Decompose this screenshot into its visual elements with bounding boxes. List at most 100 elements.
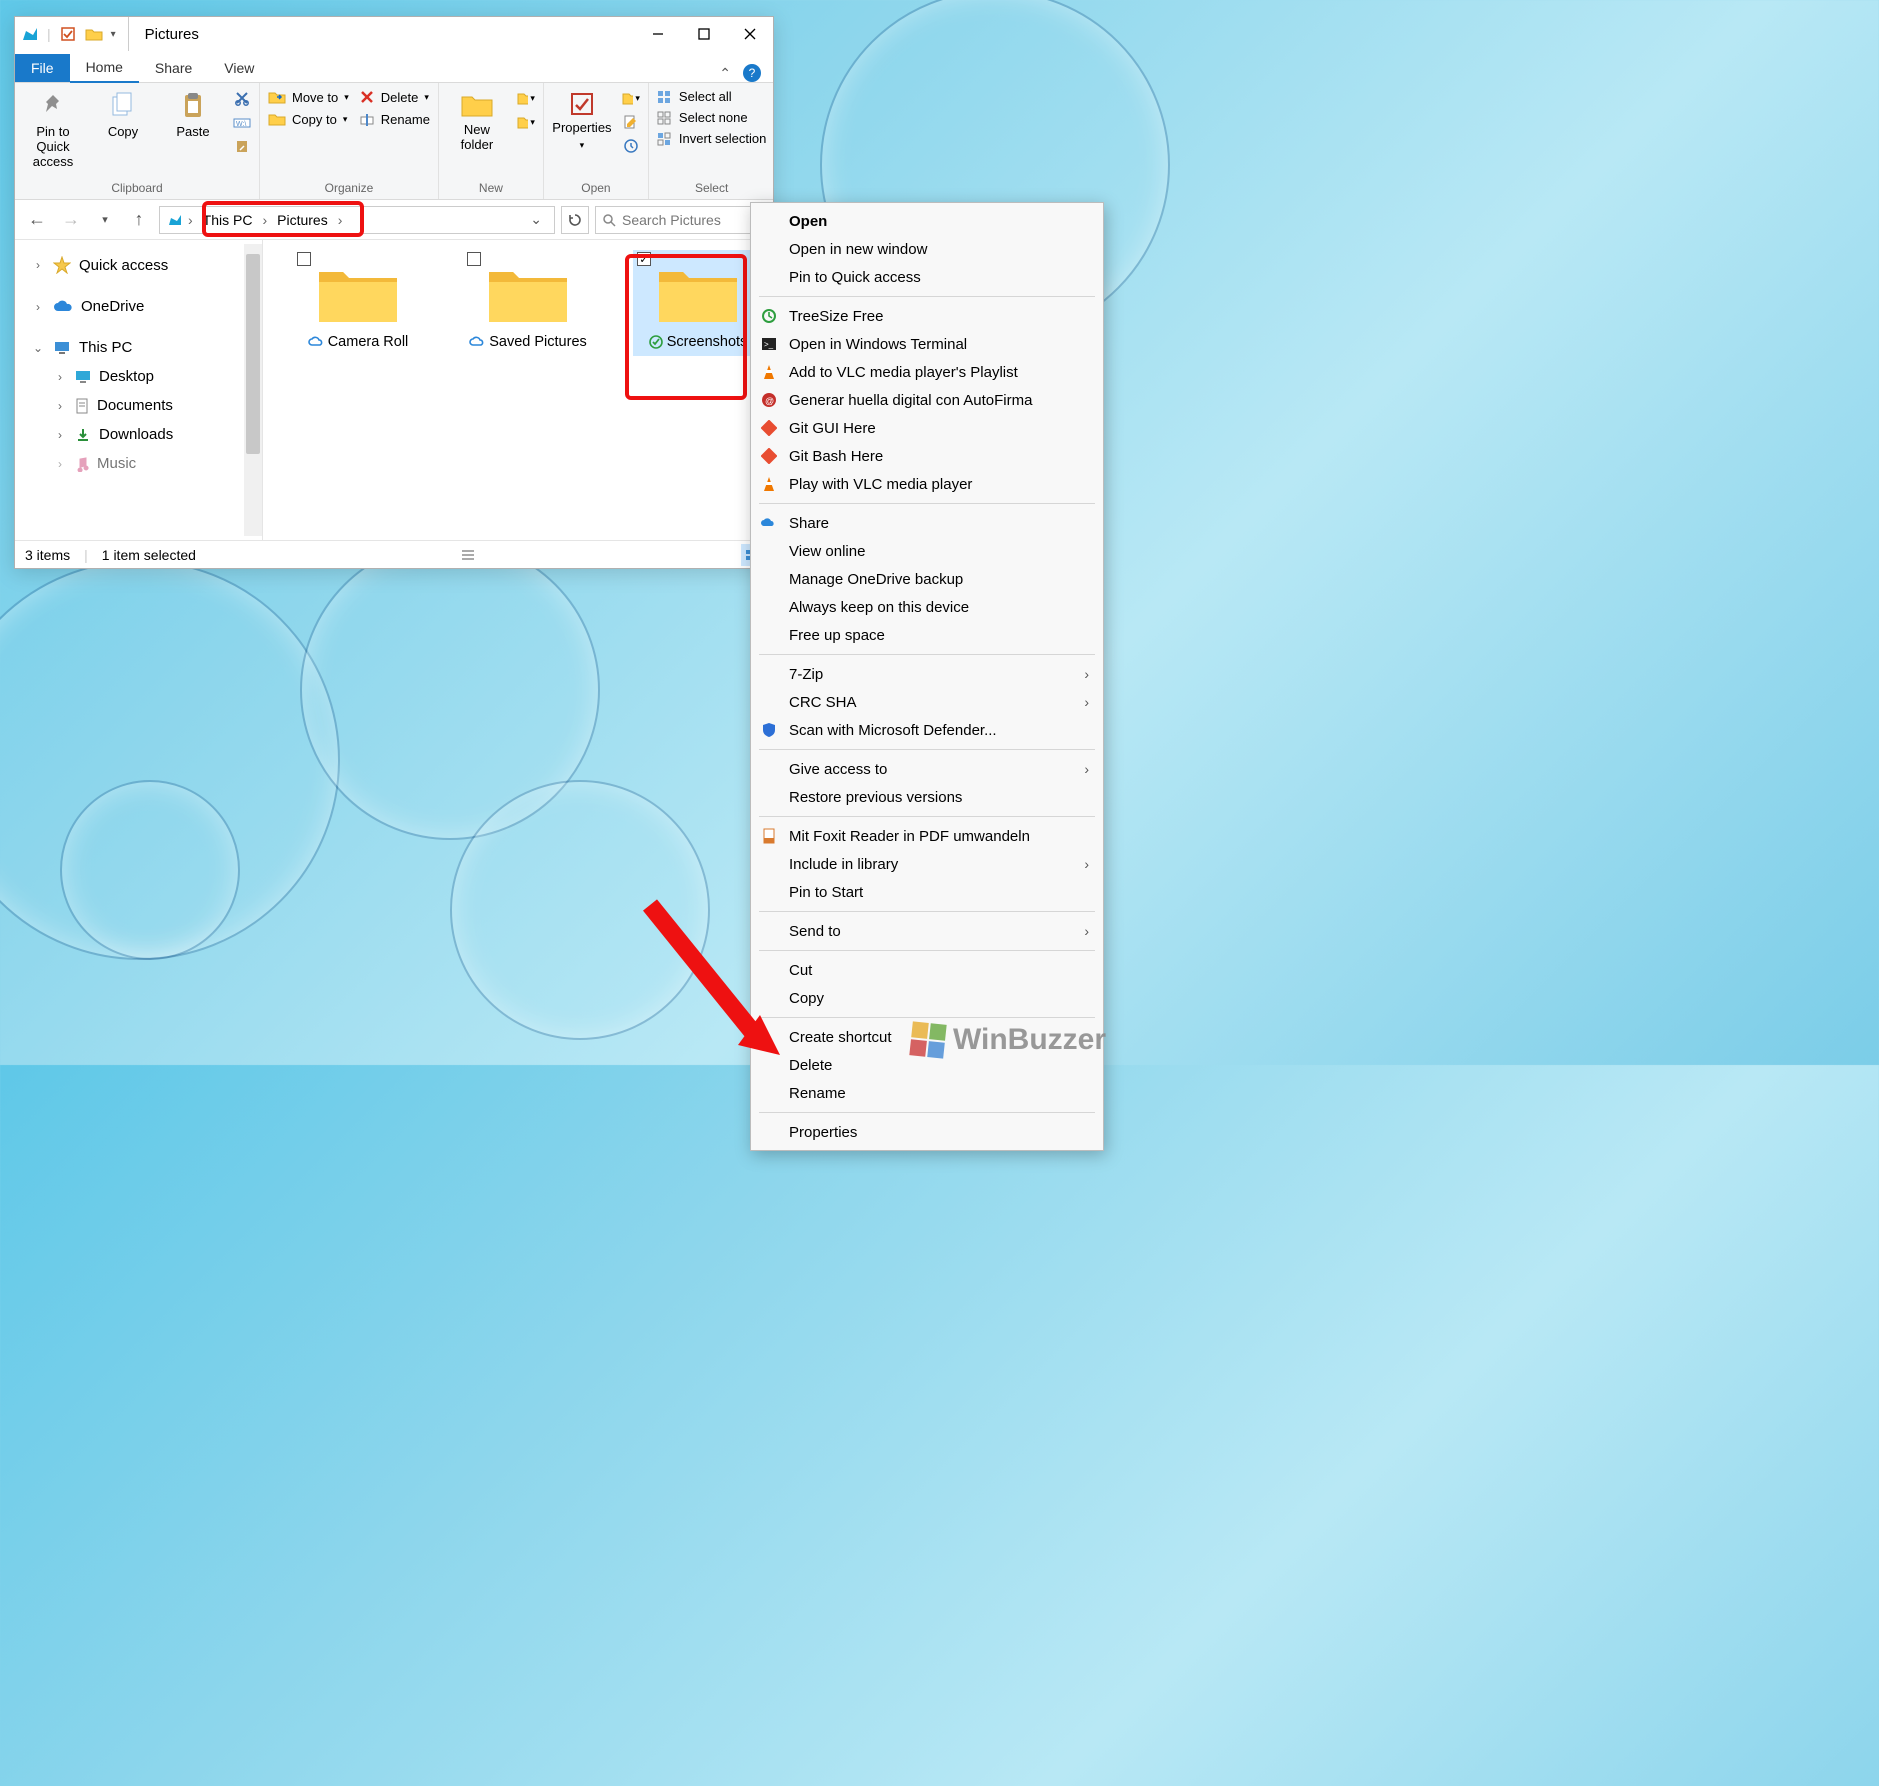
- copy-to-button[interactable]: Copy to▾: [268, 111, 349, 127]
- move-to-button[interactable]: Move to▾: [268, 89, 349, 105]
- chevron-right-icon: ›: [1084, 694, 1089, 710]
- folder-icon: [653, 256, 743, 326]
- invert-selection-button[interactable]: Invert selection: [657, 131, 766, 146]
- qat-properties-icon[interactable]: [59, 25, 77, 43]
- svg-text:W:\: W:\: [236, 121, 246, 128]
- help-icon[interactable]: ?: [743, 64, 761, 82]
- context-menu-item-give-access-to[interactable]: Give access to›: [751, 755, 1103, 783]
- paste-button[interactable]: Paste: [163, 87, 223, 140]
- breadcrumb-sep-icon[interactable]: ›: [188, 212, 193, 228]
- context-menu-item-open[interactable]: Open: [751, 207, 1103, 235]
- breadcrumb-pictures[interactable]: Pictures: [271, 212, 334, 228]
- context-menu-item-pin-to-start[interactable]: Pin to Start: [751, 878, 1103, 906]
- paste-shortcut-icon[interactable]: [233, 137, 251, 155]
- context-menu-item-free-up-space[interactable]: Free up space: [751, 621, 1103, 649]
- context-menu-item-add-to-vlc-media-player-s-playlist[interactable]: Add to VLC media player's Playlist: [751, 358, 1103, 386]
- context-menu-item-treesize-free[interactable]: TreeSize Free: [751, 302, 1103, 330]
- tab-share[interactable]: Share: [139, 54, 208, 82]
- tree-music[interactable]: › Music: [53, 449, 256, 478]
- checkbox[interactable]: [467, 252, 481, 266]
- cloud-icon: [53, 300, 73, 314]
- qat-dropdown-icon[interactable]: ▾: [111, 29, 116, 40]
- tab-home[interactable]: Home: [70, 53, 139, 83]
- download-icon: [75, 427, 91, 443]
- collapse-ribbon-icon[interactable]: ⌃: [719, 65, 731, 82]
- tree-this-pc[interactable]: ⌄ This PC: [31, 333, 256, 362]
- context-menu-item-restore-previous-versions[interactable]: Restore previous versions: [751, 783, 1103, 811]
- context-menu-item-open-in-windows-terminal[interactable]: >_Open in Windows Terminal: [751, 330, 1103, 358]
- context-menu-item-copy[interactable]: Copy: [751, 984, 1103, 1012]
- copy-button[interactable]: Copy: [93, 87, 153, 140]
- context-menu-item-crc-sha[interactable]: CRC SHA›: [751, 688, 1103, 716]
- context-menu-item-open-in-new-window[interactable]: Open in new window: [751, 235, 1103, 263]
- breadcrumb-this-pc[interactable]: This PC: [197, 212, 259, 228]
- nav-recent-dropdown[interactable]: ▾: [91, 206, 119, 234]
- nav-up-button[interactable]: ↑: [125, 206, 153, 234]
- context-menu-item-git-gui-here[interactable]: Git GUI Here: [751, 414, 1103, 442]
- minimize-button[interactable]: [635, 17, 681, 51]
- tree-downloads[interactable]: › Downloads: [53, 420, 256, 449]
- context-menu-item-7-zip[interactable]: 7-Zip›: [751, 660, 1103, 688]
- breadcrumb-sep-icon[interactable]: ›: [262, 212, 267, 228]
- context-menu-item-share[interactable]: Share: [751, 509, 1103, 537]
- context-menu-item-manage-onedrive-backup[interactable]: Manage OneDrive backup: [751, 565, 1103, 593]
- folder-item-camera-roll[interactable]: Camera Roll: [293, 250, 423, 356]
- history-icon[interactable]: [622, 137, 640, 155]
- maximize-button[interactable]: [681, 17, 727, 51]
- rename-button[interactable]: Rename: [359, 111, 430, 127]
- tree-onedrive[interactable]: › OneDrive: [31, 292, 256, 321]
- context-menu-item-cut[interactable]: Cut: [751, 956, 1103, 984]
- context-menu-label: Restore previous versions: [789, 789, 1089, 806]
- refresh-button[interactable]: [561, 206, 589, 234]
- copy-path-icon[interactable]: W:\: [233, 113, 251, 131]
- ribbon-group-open: Properties▾ ▾ Open: [544, 83, 649, 199]
- nav-back-button[interactable]: ←: [23, 206, 51, 234]
- checkbox[interactable]: ✓: [637, 252, 651, 266]
- open-icon[interactable]: ▾: [622, 89, 640, 107]
- checkbox[interactable]: [297, 252, 311, 266]
- context-menu-item-include-in-library[interactable]: Include in library›: [751, 850, 1103, 878]
- tree-documents[interactable]: › Documents: [53, 391, 256, 420]
- easy-access-icon[interactable]: ▾: [517, 113, 535, 131]
- nav-forward-button[interactable]: →: [57, 206, 85, 234]
- context-menu: Open Open in new window Pin to Quick acces…: [750, 202, 1104, 1151]
- folder-item-saved-pictures[interactable]: Saved Pictures: [463, 250, 593, 356]
- context-menu-item-generar-huella-digital-con-autofirma[interactable]: @Generar huella digital con AutoFirma: [751, 386, 1103, 414]
- context-menu-item-send-to[interactable]: Send to›: [751, 917, 1103, 945]
- pin-to-quick-access-button[interactable]: Pin to Quick access: [23, 87, 83, 170]
- details-view-button[interactable]: [457, 544, 479, 566]
- context-menu-item-scan-with-microsoft-defender[interactable]: Scan with Microsoft Defender...: [751, 716, 1103, 744]
- context-menu-item-pin-to-quick-access[interactable]: Pin to Quick access: [751, 263, 1103, 291]
- context-menu-item-always-keep-on-this-device[interactable]: Always keep on this device: [751, 593, 1103, 621]
- tree-quick-access[interactable]: › Quick access: [31, 250, 256, 280]
- new-item-icon[interactable]: ▾: [517, 89, 535, 107]
- address-dropdown-icon[interactable]: ⌄: [524, 211, 548, 228]
- select-none-button[interactable]: Select none: [657, 110, 766, 125]
- context-menu-item-view-online[interactable]: View online: [751, 537, 1103, 565]
- context-menu-item-rename[interactable]: Rename: [751, 1079, 1103, 1107]
- qat-folder-icon[interactable]: [85, 25, 103, 43]
- context-menu-item-git-bash-here[interactable]: Git Bash Here: [751, 442, 1103, 470]
- edit-icon[interactable]: [622, 113, 640, 131]
- context-menu-item-mit-foxit-reader-in-pdf-umwandeln[interactable]: Mit Foxit Reader in PDF umwandeln: [751, 822, 1103, 850]
- tree-desktop[interactable]: › Desktop: [53, 362, 256, 391]
- new-folder-button[interactable]: New folder: [447, 87, 507, 153]
- context-menu-item-play-with-vlc-media-player[interactable]: Play with VLC media player: [751, 470, 1103, 498]
- address-bar[interactable]: › This PC › Pictures › ⌄: [159, 206, 555, 234]
- folder-content-area[interactable]: Camera Roll Saved Pictures ✓ Screenshots: [263, 240, 773, 540]
- tree-scrollbar[interactable]: [244, 244, 262, 536]
- tab-view[interactable]: View: [208, 54, 270, 82]
- properties-button[interactable]: Properties▾: [552, 87, 612, 150]
- tab-file[interactable]: File: [15, 54, 70, 82]
- folder-item-screenshots[interactable]: ✓ Screenshots: [633, 250, 763, 356]
- select-all-button[interactable]: Select all: [657, 89, 766, 104]
- close-button[interactable]: [727, 17, 773, 51]
- search-box[interactable]: Search Pictures: [595, 206, 765, 234]
- context-menu-label: Always keep on this device: [789, 599, 1089, 616]
- context-menu-label: Open in new window: [789, 241, 1089, 258]
- breadcrumb-sep-icon[interactable]: ›: [338, 212, 343, 228]
- cut-icon[interactable]: [233, 89, 251, 107]
- pictures-library-icon: [21, 25, 39, 43]
- delete-button[interactable]: Delete▾: [359, 89, 430, 105]
- context-menu-item-properties[interactable]: Properties: [751, 1118, 1103, 1146]
